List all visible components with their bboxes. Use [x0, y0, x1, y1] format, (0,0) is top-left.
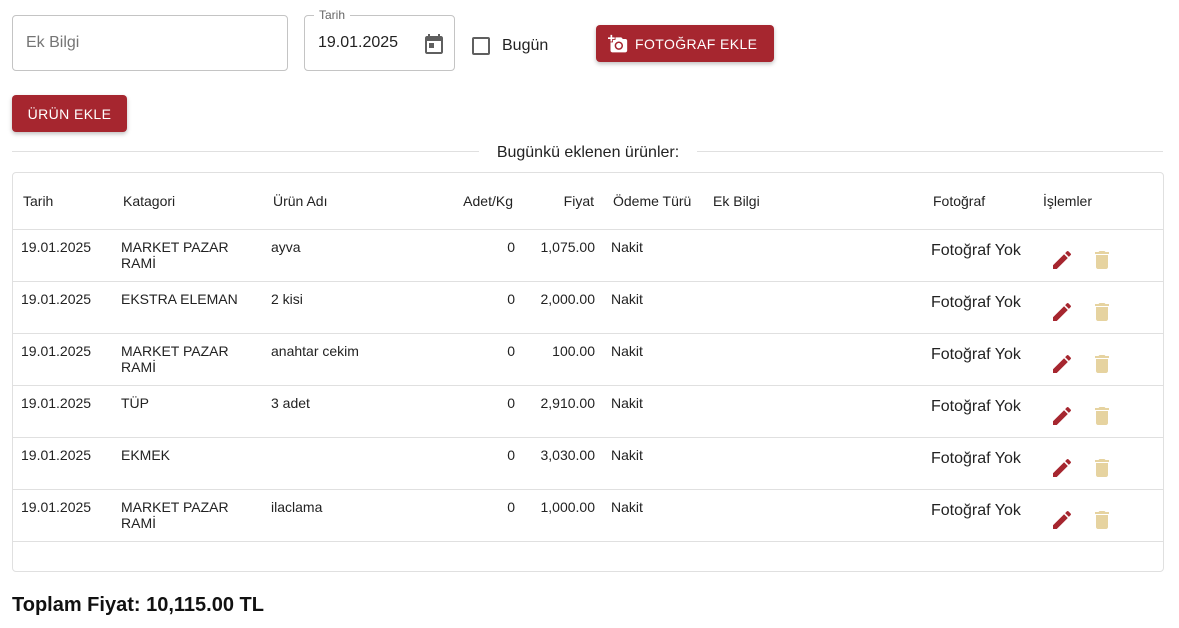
delete-trash-icon[interactable]: [1090, 248, 1114, 272]
cell-price: 3,030.00: [540, 447, 596, 463]
cell-payment-type: Nakit: [611, 239, 643, 255]
cell-payment-type: Nakit: [611, 499, 643, 515]
delete-trash-icon[interactable]: [1090, 456, 1114, 480]
add-photo-camera-icon: [608, 34, 628, 52]
cell-photo: Fotoğraf Yok: [931, 346, 1021, 363]
cell-price: 1,075.00: [540, 239, 596, 255]
cell-date: 19.01.2025: [21, 239, 92, 255]
header-photo: Fotoğraf: [933, 193, 986, 209]
cell-payment-type: Nakit: [611, 395, 643, 411]
add-product-button-label: ÜRÜN EKLE: [27, 105, 112, 122]
table-row: 19.01.2025 TÜP 3 adet 0 2,910.00 Nakit Fotoğra…: [13, 386, 1163, 438]
edit-pencil-icon[interactable]: [1050, 300, 1074, 324]
add-product-button[interactable]: ÜRÜN EKLE: [12, 95, 127, 132]
header-extra-info: Ek Bilgi: [713, 193, 760, 209]
header-date: Tarih: [23, 193, 54, 209]
header-category: Katagori: [123, 193, 176, 209]
divider-left: [12, 151, 479, 152]
date-field[interactable]: Tarih 19.01.2025: [304, 8, 455, 71]
add-photo-button[interactable]: FOTOĞRAF EKLE: [596, 25, 774, 62]
cell-price: 100.00: [552, 343, 595, 359]
cell-category: EKMEK: [121, 447, 171, 463]
edit-pencil-icon[interactable]: [1050, 352, 1074, 376]
cell-product-name: ilaclama: [271, 499, 323, 515]
delete-trash-icon[interactable]: [1090, 508, 1114, 532]
cell-photo: Fotoğraf Yok: [931, 242, 1021, 259]
cell-product-name: 3 adet: [271, 395, 310, 411]
cell-date: 19.01.2025: [21, 343, 92, 359]
cell-category: EKSTRA ELEMAN: [121, 291, 238, 307]
cell-quantity: 0: [507, 343, 515, 359]
cell-category: MARKET PAZAR RAMİ: [121, 239, 229, 271]
cell-photo: Fotoğraf Yok: [931, 450, 1021, 467]
cell-date: 19.01.2025: [21, 291, 92, 307]
header-quantity: Adet/Kg: [463, 193, 513, 209]
cell-date: 19.01.2025: [21, 447, 92, 463]
cell-product-name: 2 kisi: [271, 291, 303, 307]
date-value[interactable]: 19.01.2025: [318, 34, 398, 52]
delete-trash-icon[interactable]: [1090, 352, 1114, 376]
delete-trash-icon[interactable]: [1090, 300, 1114, 324]
cell-date: 19.01.2025: [21, 395, 92, 411]
cell-quantity: 0: [507, 499, 515, 515]
table-row: 19.01.2025 MARKET PAZAR RAMİ ilaclama 0 1,00…: [13, 490, 1163, 542]
total-price: Toplam Fiyat: 10,115.00 TL: [12, 594, 264, 616]
today-checkbox-label[interactable]: Bugün: [502, 37, 548, 55]
cell-quantity: 0: [507, 395, 515, 411]
date-label: Tarih: [314, 8, 351, 22]
extra-info-field[interactable]: [12, 15, 288, 71]
table-row: 19.01.2025 EKMEK 0 3,030.00 Nakit Fotoğraf Yo…: [13, 438, 1163, 490]
cell-price: 2,910.00: [540, 395, 596, 411]
cell-price: 1,000.00: [540, 499, 596, 515]
header-payment-type: Ödeme Türü: [613, 193, 692, 209]
table-row: 19.01.2025 EKSTRA ELEMAN 2 kisi 0 2,000.00 Na…: [13, 282, 1163, 334]
cell-category: MARKET PAZAR RAMİ: [121, 499, 229, 531]
cell-quantity: 0: [507, 447, 515, 463]
divider-right: [697, 151, 1163, 152]
section-title: Bugünkü eklenen ürünler:: [496, 144, 680, 161]
header-price: Fiyat: [563, 193, 594, 209]
header-actions: İşlemler: [1043, 193, 1093, 209]
cell-photo: Fotoğraf Yok: [931, 398, 1021, 415]
cell-date: 19.01.2025: [21, 499, 92, 515]
products-table: Tarih Katagori Ürün Adı Adet/Kg Fiyat Öd…: [12, 172, 1164, 572]
header-product-name: Ürün Adı: [273, 193, 328, 209]
cell-photo: Fotoğraf Yok: [931, 294, 1021, 311]
cell-photo: Fotoğraf Yok: [931, 502, 1021, 519]
delete-trash-icon[interactable]: [1090, 404, 1114, 428]
edit-pencil-icon[interactable]: [1050, 404, 1074, 428]
table-row: 19.01.2025 MARKET PAZAR RAMİ anahtar cekim…: [13, 334, 1163, 386]
today-checkbox[interactable]: [472, 37, 490, 55]
cell-category: MARKET PAZAR RAMİ: [121, 343, 229, 375]
cell-category: TÜP: [121, 395, 149, 411]
cell-product-name: ayva: [271, 239, 301, 255]
edit-pencil-icon[interactable]: [1050, 456, 1074, 480]
cell-quantity: 0: [507, 291, 515, 307]
add-photo-button-label: FOTOĞRAF EKLE: [635, 35, 758, 52]
edit-pencil-icon[interactable]: [1050, 248, 1074, 272]
table-row: 19.01.2025 MARKET PAZAR RAMİ ayva 0 1,075.00…: [13, 230, 1163, 282]
cell-product-name: anahtar cekim: [271, 343, 359, 359]
extra-info-input[interactable]: [13, 16, 287, 70]
cell-payment-type: Nakit: [611, 447, 643, 463]
cell-quantity: 0: [507, 239, 515, 255]
cell-payment-type: Nakit: [611, 343, 643, 359]
cell-price: 2,000.00: [540, 291, 596, 307]
cell-payment-type: Nakit: [611, 291, 643, 307]
calendar-icon[interactable]: [422, 32, 446, 56]
edit-pencil-icon[interactable]: [1050, 508, 1074, 532]
